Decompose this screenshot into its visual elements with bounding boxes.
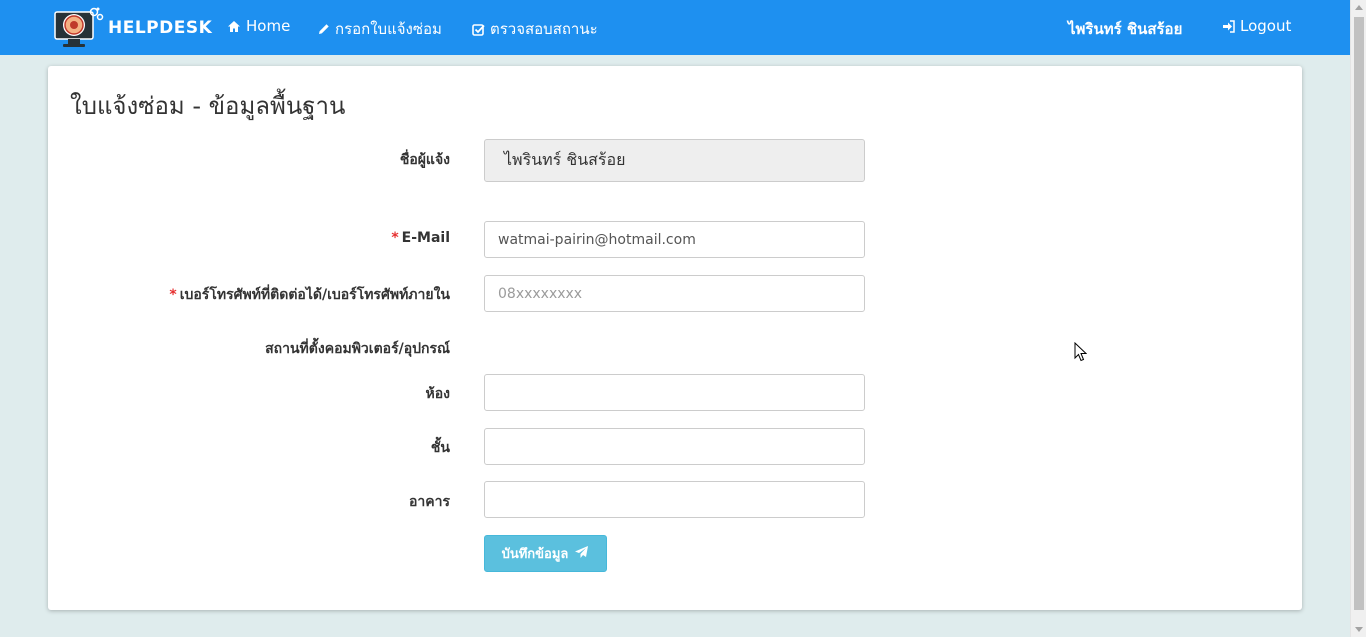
nav-status[interactable]: ตรวจสอบสถานะ xyxy=(472,17,598,41)
phone-label: * เบอร์โทรศัพท์ที่ติดต่อได้/เบอร์โทรศัพท์… xyxy=(169,284,450,306)
nav-status-label: ตรวจสอบสถานะ xyxy=(490,20,598,38)
sign-in-icon xyxy=(1222,19,1235,33)
email-label: * E-Mail xyxy=(391,230,450,246)
email-label-text: E-Mail xyxy=(401,230,450,246)
nav-home[interactable]: Home xyxy=(227,17,290,35)
floor-field[interactable] xyxy=(484,428,865,465)
brand[interactable]: HELPDESK xyxy=(54,7,212,49)
email-field[interactable]: watmai-pairin@hotmail.com xyxy=(484,221,865,258)
phone-label-text: เบอร์โทรศัพท์ที่ติดต่อได้/เบอร์โทรศัพท์ภ… xyxy=(179,287,450,303)
required-mark: * xyxy=(391,230,399,246)
floor-label: ชั้น xyxy=(430,440,450,456)
pencil-icon xyxy=(318,23,330,35)
scroll-thumb[interactable] xyxy=(1354,17,1364,610)
repair-form-card: ใบแจ้งซ่อม - ข้อมูลพื้นฐาน ชื่อผู้แจ้ง ไ… xyxy=(48,66,1302,610)
required-mark: * xyxy=(169,287,177,303)
location-label: สถานที่ตั้งคอมพิวเตอร์/อุปกรณ์ xyxy=(265,341,450,357)
check-square-icon xyxy=(472,23,485,36)
mouse-cursor-icon xyxy=(1074,341,1088,366)
page-title: ใบแจ้งซ่อม - ข้อมูลพื้นฐาน xyxy=(70,92,346,120)
nav-home-label: Home xyxy=(246,17,291,35)
room-label: ห้อง xyxy=(425,386,450,402)
reporter-label: ชื่อผู้แจ้ง xyxy=(399,152,450,168)
paper-plane-icon xyxy=(574,545,589,563)
nav-user-name[interactable]: ไพรินทร์ ชินสร้อย xyxy=(1068,17,1182,41)
nav-report[interactable]: กรอกใบแจ้งซ่อม xyxy=(318,17,442,41)
phone-field[interactable]: 08xxxxxxxx xyxy=(484,275,865,312)
vertical-scrollbar[interactable] xyxy=(1350,0,1366,637)
brand-name: HELPDESK xyxy=(108,18,213,38)
building-label: อาคาร xyxy=(408,494,450,510)
nav-report-label: กรอกใบแจ้งซ่อม xyxy=(335,20,442,38)
nav-logout[interactable]: Logout xyxy=(1222,17,1291,35)
nav-logout-label: Logout xyxy=(1240,17,1292,35)
scroll-down-icon[interactable] xyxy=(1355,627,1363,632)
reporter-field: ไพรินทร์ ชินสร้อย xyxy=(484,139,865,182)
building-field[interactable] xyxy=(484,481,865,518)
scroll-up-icon[interactable] xyxy=(1355,5,1363,10)
home-icon xyxy=(227,20,241,33)
submit-button[interactable]: บันทึกข้อมูล xyxy=(484,535,607,572)
submit-button-label: บันทึกข้อมูล xyxy=(501,547,569,562)
top-navbar: HELPDESK Home กรอกใบแจ้งซ่อม ตรวจสอบสถาน… xyxy=(0,0,1350,55)
room-field[interactable] xyxy=(484,374,865,411)
helpdesk-logo-icon xyxy=(54,7,104,49)
